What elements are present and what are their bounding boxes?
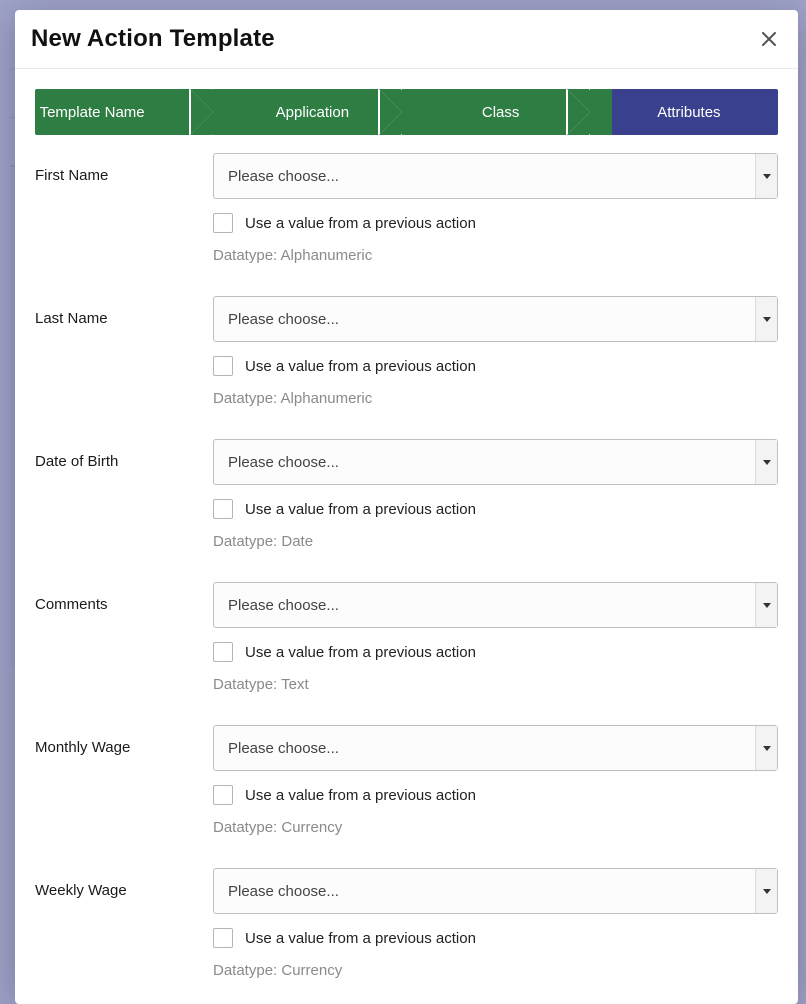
datatype-hint: Datatype: Currency <box>213 819 778 836</box>
step-class[interactable]: Class <box>402 89 590 135</box>
field-label: First Name <box>35 153 213 184</box>
caret-down-icon <box>755 869 777 913</box>
select-last-name[interactable]: Please choose... <box>213 296 778 342</box>
caret-down-icon <box>755 154 777 198</box>
step-label: Application <box>276 104 349 121</box>
field-label: Monthly Wage <box>35 725 213 756</box>
caret-down-icon <box>755 583 777 627</box>
select-placeholder: Please choose... <box>214 883 755 900</box>
select-weekly-wage[interactable]: Please choose... <box>213 868 778 914</box>
step-template-name[interactable]: Template Name <box>35 89 213 135</box>
field-label: Weekly Wage <box>35 868 213 899</box>
select-comments[interactable]: Please choose... <box>213 582 778 628</box>
checkbox-label: Use a value from a previous action <box>245 644 476 661</box>
checkbox-label: Use a value from a previous action <box>245 215 476 232</box>
modal-title: New Action Template <box>31 25 275 53</box>
select-placeholder: Please choose... <box>214 740 755 757</box>
select-placeholder: Please choose... <box>214 311 755 328</box>
caret-down-icon <box>755 440 777 484</box>
checkbox-label: Use a value from a previous action <box>245 930 476 947</box>
select-first-name[interactable]: Please choose... <box>213 153 778 199</box>
checkbox-prev-action[interactable] <box>213 213 233 233</box>
step-label: Class <box>482 104 520 121</box>
wizard-stepper: Template Name Application Class Attribut… <box>35 89 778 135</box>
step-application[interactable]: Application <box>213 89 401 135</box>
checkbox-prev-action[interactable] <box>213 785 233 805</box>
checkbox-label: Use a value from a previous action <box>245 501 476 518</box>
select-placeholder: Please choose... <box>214 168 755 185</box>
modal-header: New Action Template <box>15 10 798 69</box>
form-row-dob: Date of Birth Please choose... Use a val… <box>35 439 778 582</box>
form-row-monthly-wage: Monthly Wage Please choose... Use a valu… <box>35 725 778 868</box>
step-attributes[interactable]: Attributes <box>590 89 778 135</box>
checkbox-prev-action[interactable] <box>213 499 233 519</box>
select-monthly-wage[interactable]: Please choose... <box>213 725 778 771</box>
checkbox-prev-action[interactable] <box>213 642 233 662</box>
form-row-first-name: First Name Please choose... Use a value … <box>35 153 778 296</box>
datatype-hint: Datatype: Currency <box>213 962 778 979</box>
datatype-hint: Datatype: Text <box>213 676 778 693</box>
caret-down-icon <box>755 297 777 341</box>
field-label: Last Name <box>35 296 213 327</box>
checkbox-label: Use a value from a previous action <box>245 787 476 804</box>
caret-down-icon <box>755 726 777 770</box>
close-button[interactable] <box>758 24 780 54</box>
select-dob[interactable]: Please choose... <box>213 439 778 485</box>
select-placeholder: Please choose... <box>214 597 755 614</box>
modal-body: Template Name Application Class Attribut… <box>15 69 798 1004</box>
datatype-hint: Datatype: Date <box>213 533 778 550</box>
form-row-weekly-wage: Weekly Wage Please choose... Use a value… <box>35 868 778 1004</box>
field-label: Date of Birth <box>35 439 213 470</box>
checkbox-prev-action[interactable] <box>213 928 233 948</box>
form-row-comments: Comments Please choose... Use a value fr… <box>35 582 778 725</box>
datatype-hint: Datatype: Alphanumeric <box>213 390 778 407</box>
close-icon <box>762 26 776 51</box>
step-label: Attributes <box>657 104 720 121</box>
select-placeholder: Please choose... <box>214 454 755 471</box>
step-label: Template Name <box>40 104 145 121</box>
modal-new-action-template: New Action Template Template Name Applic… <box>15 10 798 1004</box>
form-row-last-name: Last Name Please choose... Use a value f… <box>35 296 778 439</box>
field-label: Comments <box>35 582 213 613</box>
checkbox-label: Use a value from a previous action <box>245 358 476 375</box>
datatype-hint: Datatype: Alphanumeric <box>213 247 778 264</box>
checkbox-prev-action[interactable] <box>213 356 233 376</box>
